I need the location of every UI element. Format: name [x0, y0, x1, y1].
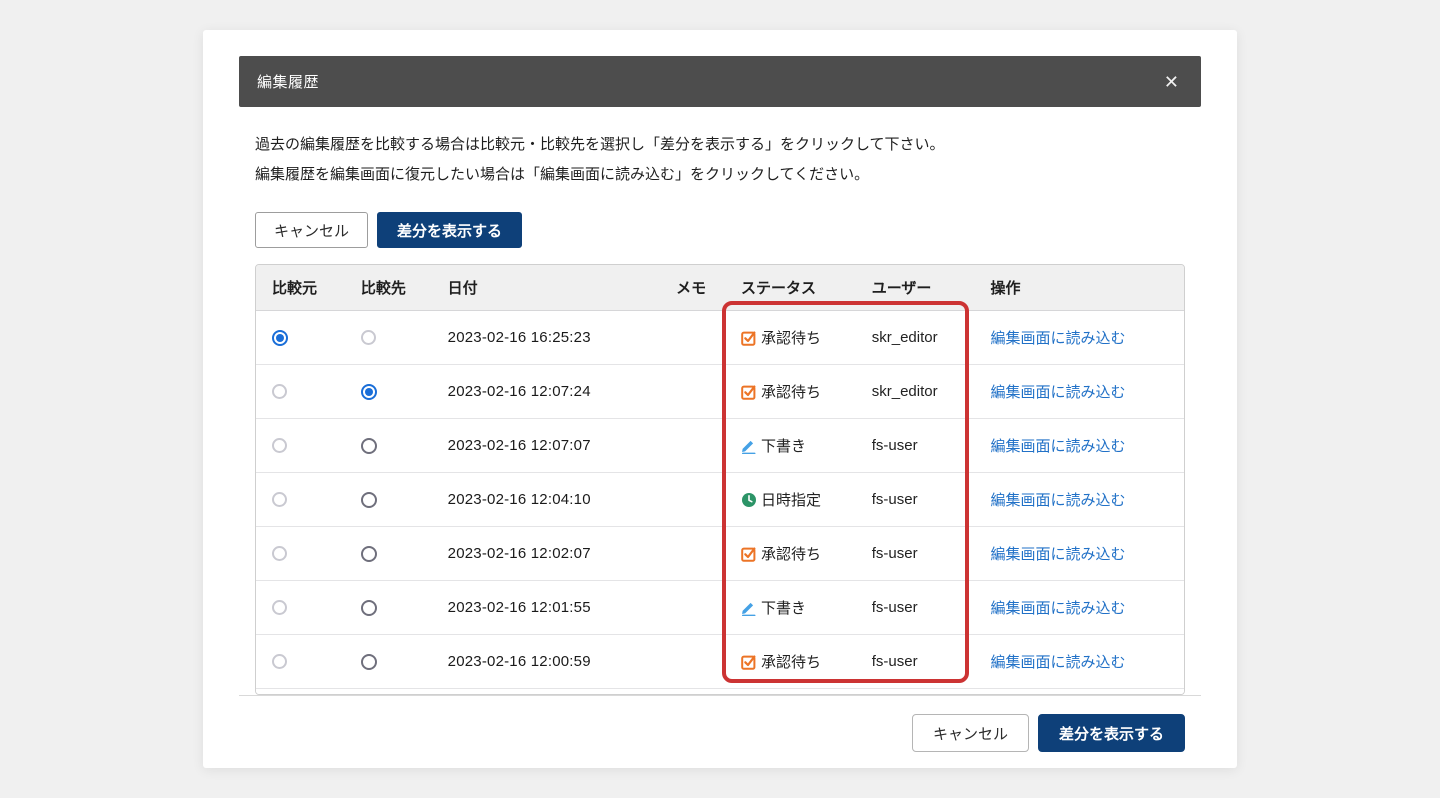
clock-icon [741, 492, 757, 508]
check-square-icon [741, 330, 757, 346]
table-row: 2023-02-16 16:25:23 承認待ち skr_editor 編集画面… [256, 311, 1184, 365]
modal-body: 過去の編集履歴を比較する場合は比較元・比較先を選択し「差分を表示する」をクリック… [239, 130, 1201, 695]
status-label: 承認待ち [761, 543, 821, 564]
revision-date: 2023-02-16 12:01:55 [432, 599, 660, 616]
pencil-icon [741, 438, 757, 454]
compare-source-radio[interactable] [272, 546, 287, 561]
cancel-button-bottom[interactable]: キャンセル [912, 714, 1029, 752]
revision-table: 比較元 比較先 日付 メモ ステータス ユーザー 操作 2023-02-16 1… [255, 264, 1185, 695]
column-header-compare-target: 比較先 [345, 277, 432, 298]
instructions-line-2: 編集履歴を編集画面に復元したい場合は「編集画面に読み込む」をクリックしてください… [255, 160, 1185, 190]
cancel-button-top[interactable]: キャンセル [255, 212, 368, 248]
compare-source-radio[interactable] [272, 438, 287, 453]
column-header-memo: メモ [660, 277, 725, 298]
load-into-editor-link[interactable]: 編集画面に読み込む [990, 327, 1125, 348]
compare-source-radio[interactable] [272, 600, 287, 615]
compare-target-radio[interactable] [361, 438, 377, 454]
column-header-actions: 操作 [974, 277, 1184, 298]
user-name: fs-user [856, 545, 975, 562]
instructions-text: 過去の編集履歴を比較する場合は比較元・比較先を選択し「差分を表示する」をクリック… [255, 130, 1185, 190]
pencil-icon [741, 600, 757, 616]
compare-source-radio[interactable] [272, 384, 287, 399]
status-label: 承認待ち [761, 381, 821, 402]
column-header-status: ステータス [725, 277, 856, 298]
load-into-editor-link[interactable]: 編集画面に読み込む [990, 543, 1125, 564]
user-name: fs-user [856, 653, 975, 670]
modal-title: 編集履歴 [257, 71, 319, 92]
load-into-editor-link[interactable]: 編集画面に読み込む [990, 597, 1125, 618]
revision-date: 2023-02-16 12:00:59 [432, 653, 660, 670]
load-into-editor-link[interactable]: 編集画面に読み込む [990, 381, 1125, 402]
user-name: fs-user [856, 491, 975, 508]
check-square-icon [741, 384, 757, 400]
compare-target-radio[interactable] [361, 600, 377, 616]
modal-titlebar: 編集履歴 ✕ [239, 56, 1201, 107]
compare-source-radio[interactable] [272, 492, 287, 507]
compare-source-radio[interactable] [272, 654, 287, 669]
compare-target-radio[interactable] [361, 330, 376, 345]
status-label: 日時指定 [761, 489, 821, 510]
status-label: 下書き [761, 435, 806, 456]
check-square-icon [741, 546, 757, 562]
table-row: 2023-02-16 12:07:24 承認待ち skr_editor 編集画面… [256, 365, 1184, 419]
table-row: 2023-02-16 12:02:07 承認待ち fs-user 編集画面に読み… [256, 527, 1184, 581]
table-body: 2023-02-16 16:25:23 承認待ち skr_editor 編集画面… [256, 311, 1184, 689]
show-diff-button-bottom[interactable]: 差分を表示する [1038, 714, 1185, 752]
revision-date: 2023-02-16 12:07:07 [432, 437, 660, 454]
load-into-editor-link[interactable]: 編集画面に読み込む [990, 651, 1125, 672]
user-name: skr_editor [856, 383, 975, 400]
show-diff-button-top[interactable]: 差分を表示する [377, 212, 522, 248]
revision-date: 2023-02-16 16:25:23 [432, 329, 660, 346]
table-row: 2023-02-16 12:00:59 承認待ち fs-user 編集画面に読み… [256, 635, 1184, 689]
load-into-editor-link[interactable]: 編集画面に読み込む [990, 489, 1125, 510]
user-name: fs-user [856, 437, 975, 454]
instructions-line-1: 過去の編集履歴を比較する場合は比較元・比較先を選択し「差分を表示する」をクリック… [255, 130, 1185, 160]
status-label: 承認待ち [761, 651, 821, 672]
table-row: 2023-02-16 12:07:07 下書き fs-user 編集画面に読み込… [256, 419, 1184, 473]
compare-target-radio[interactable] [361, 654, 377, 670]
revision-date: 2023-02-16 12:02:07 [432, 545, 660, 562]
close-icon[interactable]: ✕ [1160, 69, 1183, 95]
user-name: skr_editor [856, 329, 975, 346]
compare-source-radio[interactable] [272, 330, 288, 346]
column-header-date: 日付 [432, 277, 660, 298]
compare-target-radio[interactable] [361, 384, 377, 400]
check-square-icon [741, 654, 757, 670]
load-into-editor-link[interactable]: 編集画面に読み込む [990, 435, 1125, 456]
status-label: 承認待ち [761, 327, 821, 348]
top-toolbar: キャンセル 差分を表示する [255, 212, 1185, 248]
modal-footer: キャンセル 差分を表示する [239, 695, 1201, 777]
table-row: 2023-02-16 12:01:55 下書き fs-user 編集画面に読み込… [256, 581, 1184, 635]
compare-target-radio[interactable] [361, 546, 377, 562]
revision-date: 2023-02-16 12:04:10 [432, 491, 660, 508]
column-header-compare-source: 比較元 [256, 277, 345, 298]
status-label: 下書き [761, 597, 806, 618]
edit-history-modal: 編集履歴 ✕ 過去の編集履歴を比較する場合は比較元・比較先を選択し「差分を表示す… [203, 30, 1237, 768]
revision-date: 2023-02-16 12:07:24 [432, 383, 660, 400]
table-header-row: 比較元 比較先 日付 メモ ステータス ユーザー 操作 [256, 265, 1184, 311]
compare-target-radio[interactable] [361, 492, 377, 508]
table-row: 2023-02-16 12:04:10 日時指定 fs-user 編集画面に読み… [256, 473, 1184, 527]
column-header-user: ユーザー [856, 277, 975, 298]
page-background: { "modal": { "title": "編集履歴", "close_ico… [0, 0, 1440, 798]
user-name: fs-user [856, 599, 975, 616]
